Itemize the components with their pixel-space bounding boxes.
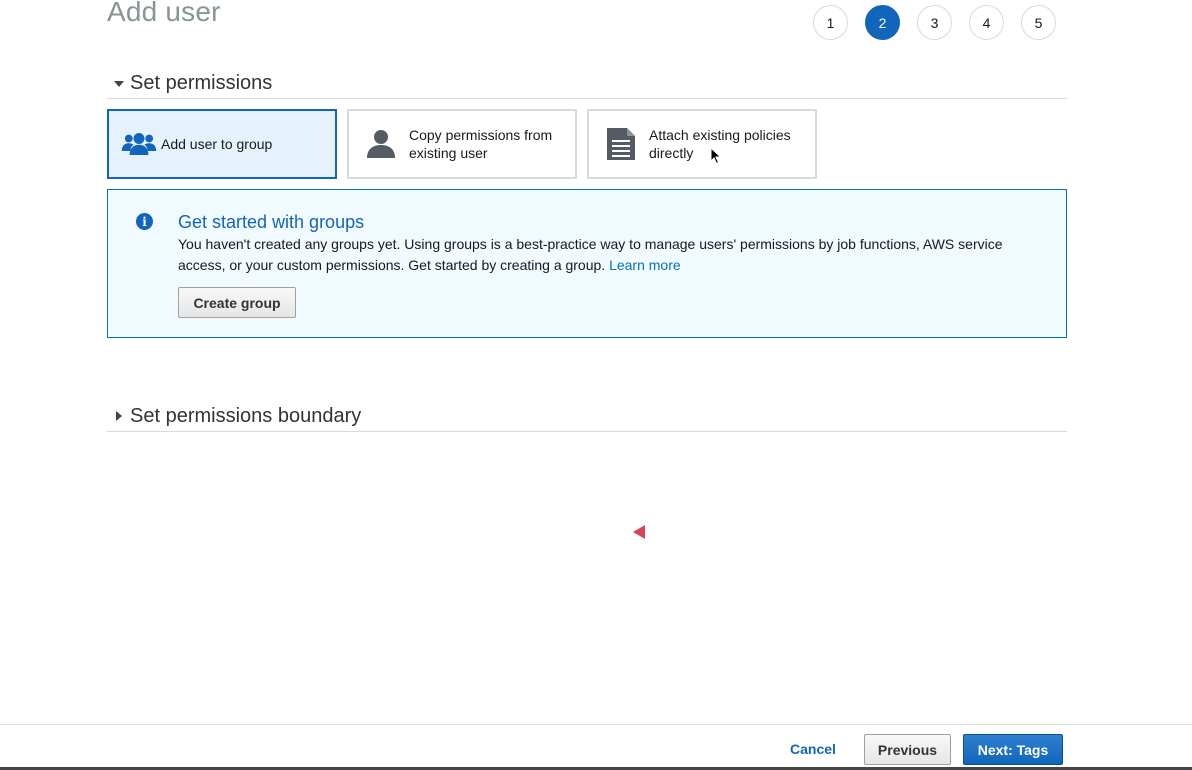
learn-more-link[interactable]: Learn more (609, 257, 681, 273)
next-tags-button[interactable]: Next: Tags (963, 734, 1063, 765)
option-add-user-to-group-label: Add user to group (161, 136, 273, 152)
user-icon (363, 126, 399, 162)
step-4[interactable]: 4 (969, 5, 1004, 40)
caret-right-icon (107, 411, 130, 421)
previous-button[interactable]: Previous (864, 734, 951, 765)
info-title: Get started with groups (178, 212, 365, 232)
set-permissions-boundary-header[interactable]: Set permissions boundary (107, 401, 1067, 432)
set-permissions-header[interactable]: Set permissions (107, 68, 1067, 99)
info-icon: i (136, 213, 153, 230)
wizard-steps: 1 2 3 4 5 (813, 5, 1056, 40)
wizard-footer: Cancel Previous Next: Tags (0, 724, 1192, 770)
step-1[interactable]: 1 (813, 5, 848, 40)
option-copy-permissions[interactable]: Copy permissions from existing user (347, 109, 577, 179)
step-5[interactable]: 5 (1021, 5, 1056, 40)
caret-down-icon (107, 79, 130, 87)
users-group-icon (121, 126, 157, 162)
info-text: You haven't created any groups yet. Usin… (178, 234, 1048, 276)
page-title: Add user (107, 0, 221, 27)
set-permissions-title: Set permissions (130, 71, 273, 94)
step-2-current[interactable]: 2 (865, 5, 900, 40)
mouse-cursor-icon (710, 147, 722, 165)
triangle-marker-icon (633, 525, 645, 539)
create-group-button[interactable]: Create group (178, 287, 296, 318)
step-3[interactable]: 3 (917, 5, 952, 40)
set-permissions-boundary-title: Set permissions boundary (130, 404, 362, 427)
option-add-user-to-group[interactable]: Add user to group (107, 109, 337, 179)
info-description: You haven't created any groups yet. Usin… (178, 236, 1003, 273)
option-attach-policies[interactable]: Attach existing policies directly (587, 109, 817, 179)
info-alert: i Get started with groups You haven't cr… (107, 189, 1067, 338)
cancel-button[interactable]: Cancel (790, 741, 836, 757)
option-copy-permissions-label: Copy permissions from existing user (409, 127, 553, 161)
option-attach-policies-label: Attach existing policies directly (649, 127, 791, 161)
document-icon (603, 126, 639, 162)
